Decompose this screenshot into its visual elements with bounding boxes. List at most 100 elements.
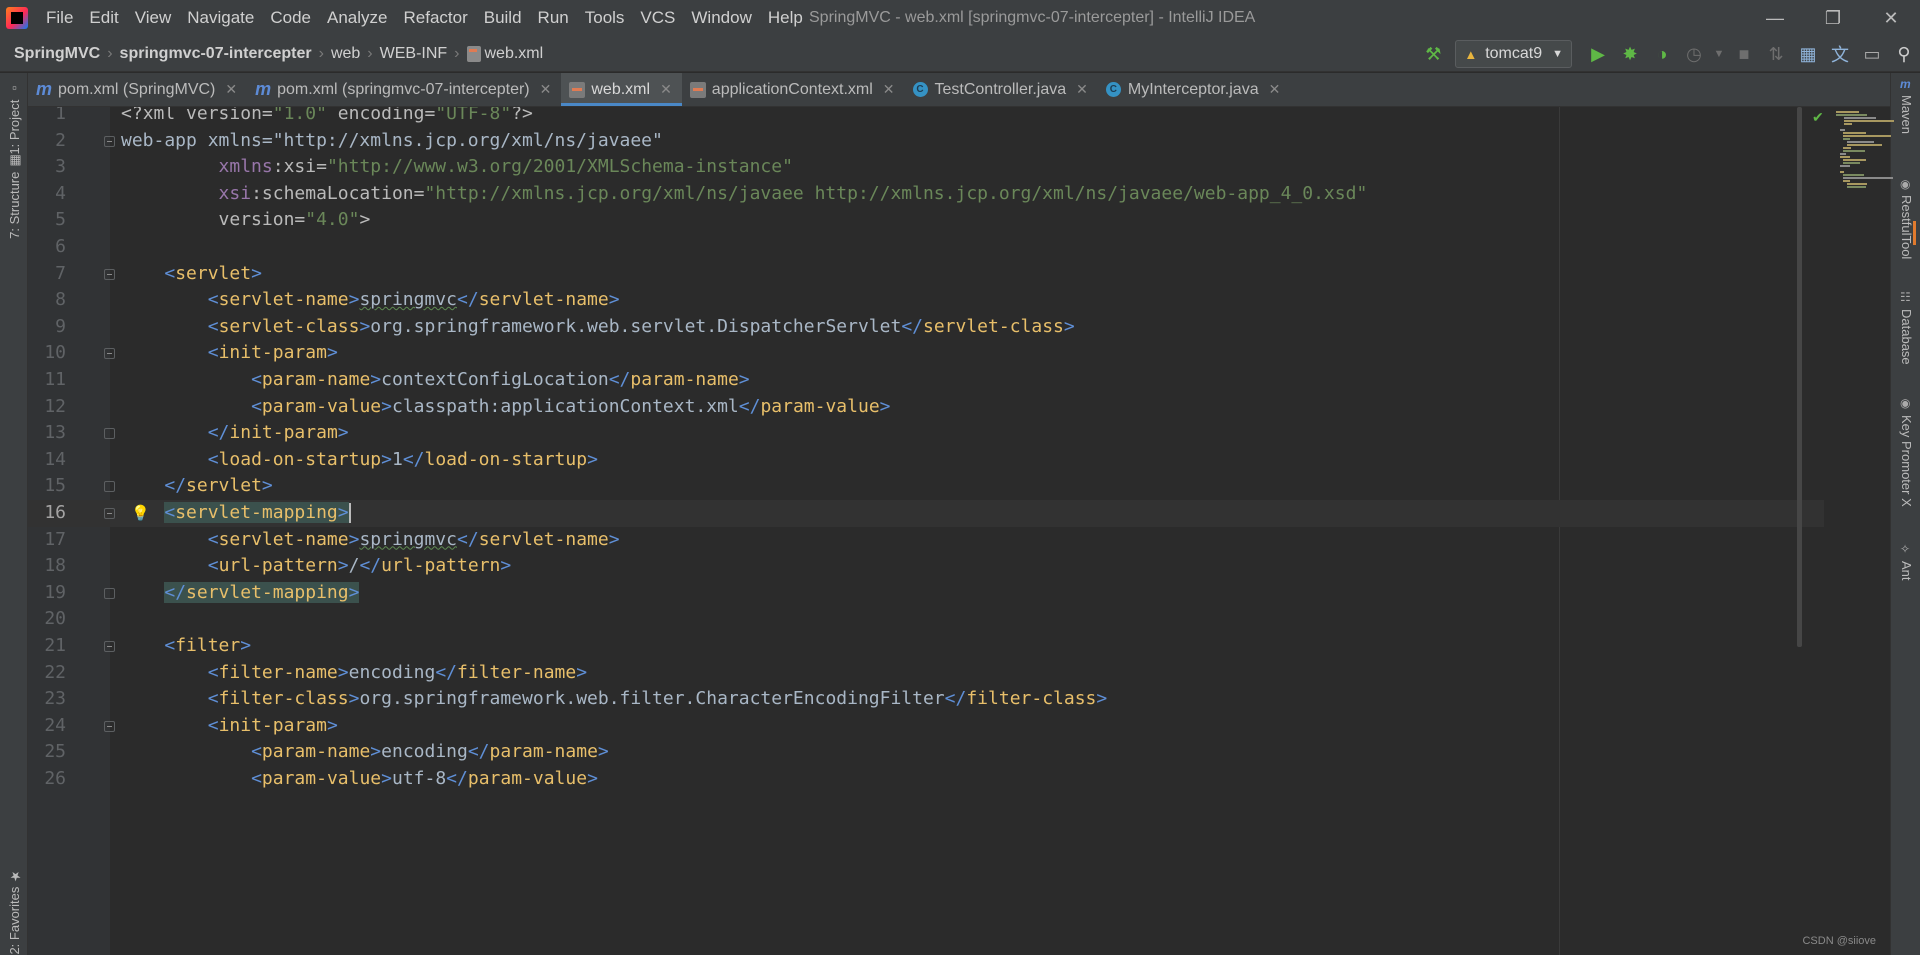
code-line[interactable]: 15 </servlet> — [28, 473, 1824, 500]
close-tab-icon[interactable]: ✕ — [883, 81, 895, 98]
breadcrumb-item-webinf[interactable]: WEB-INF — [380, 45, 448, 63]
code-line[interactable]: 25 <param-name>encoding</param-name> — [28, 739, 1824, 766]
tab-testcontroller-java[interactable]: C TestController.java ✕ — [905, 73, 1098, 106]
code-line[interactable]: 3 xmlns:xsi="http://www.w3.org/2001/XMLSc… — [28, 154, 1824, 181]
code-minimap[interactable] — [1834, 107, 1895, 257]
inspection-ok-icon[interactable]: ✔ — [1812, 109, 1824, 126]
breadcrumb-item-web[interactable]: web — [331, 45, 360, 63]
close-tab-icon[interactable]: ✕ — [540, 81, 552, 98]
minimize-icon[interactable]: — — [1746, 0, 1804, 36]
tool-restfultool[interactable]: RestfulTool — [1899, 195, 1914, 259]
coverage-icon[interactable]: ◑ — [1646, 38, 1678, 70]
menu-refactor[interactable]: Refactor — [395, 0, 475, 36]
minimap-line — [1843, 147, 1851, 149]
tool-key-promoter[interactable]: Key Promoter X — [1899, 415, 1914, 507]
tab-pom-xml-springmvc-07-intercepter[interactable]: m pom.xml (springmvc-07-intercepter) ✕ — [247, 73, 561, 106]
tool-database[interactable]: Database — [1899, 309, 1914, 365]
menu-analyze[interactable]: Analyze — [319, 0, 395, 36]
search-icon[interactable]: ⚲ — [1888, 38, 1920, 70]
fold-marker-icon[interactable] — [104, 641, 115, 652]
fold-marker-icon[interactable] — [104, 135, 115, 147]
tool-ant[interactable]: Ant — [1899, 561, 1914, 581]
code-line[interactable]: 19 </servlet-mapping> — [28, 580, 1824, 607]
menu-view[interactable]: View — [127, 0, 180, 36]
tab-label: TestController.java — [934, 80, 1067, 98]
close-tab-icon[interactable]: ✕ — [1076, 81, 1088, 98]
code-line[interactable]: 9 <servlet-class>org.springframework.web.… — [28, 314, 1824, 341]
code-line[interactable]: 13 </init-param> — [28, 420, 1824, 447]
tool-favorites[interactable]: 2: Favorites ★ — [7, 868, 22, 955]
code-line[interactable]: 6 — [28, 234, 1824, 261]
minimap-line — [1843, 174, 1865, 176]
run-configuration-select[interactable]: ▲ tomcat9 ▼ — [1455, 40, 1572, 68]
fold-marker-icon[interactable] — [104, 587, 115, 599]
code-line[interactable]: 18 <url-pattern>/</url-pattern> — [28, 553, 1824, 580]
menu-edit[interactable]: Edit — [81, 0, 126, 36]
restore-icon[interactable]: ❐ — [1804, 0, 1862, 36]
tool-maven[interactable]: Maven — [1899, 95, 1914, 134]
code-line[interactable]: 8 <servlet-name>springmvc</servlet-name> — [28, 287, 1824, 314]
tab-myinterceptor-java[interactable]: C MyInterceptor.java ✕ — [1098, 73, 1290, 106]
code-line[interactable]: 10 <init-param> — [28, 340, 1824, 367]
stop-icon[interactable]: ■ — [1728, 38, 1760, 70]
tool-structure[interactable]: 7: Structure ▦ — [7, 153, 22, 239]
code-editor[interactable]: 1 <?xml version="1.0" encoding="UTF-8"?> 2… — [28, 107, 1824, 955]
code-text: <servlet-class>org.springframework.web.s… — [207, 315, 1075, 337]
debug-icon[interactable]: ✸ — [1614, 38, 1646, 70]
code-line[interactable]: 11 <param-name>contextConfigLocation</par… — [28, 367, 1824, 394]
code-line[interactable]: 21 <filter> — [28, 633, 1824, 660]
code-line[interactable]: 20 — [28, 606, 1824, 633]
menu-help[interactable]: Help — [760, 0, 811, 36]
build-hammer-icon[interactable]: ⚒ — [1417, 38, 1449, 70]
code-line[interactable]: 16 💡 <servlet-mapping> — [28, 500, 1824, 527]
code-text: <servlet-name>springmvc</servlet-name> — [207, 528, 620, 550]
close-tab-icon[interactable]: ✕ — [660, 81, 672, 98]
code-line[interactable]: 22 <filter-name>encoding</filter-name> — [28, 660, 1824, 687]
chevron-down-icon[interactable]: ▼ — [1710, 38, 1728, 70]
menu-vcs[interactable]: VCS — [632, 0, 683, 36]
code-line[interactable]: 2 web-app xmlns="http://xmlns.jcp.org/xml… — [28, 128, 1824, 155]
vcs-icon[interactable]: ⇅ — [1760, 38, 1792, 70]
presentation-icon[interactable]: ▭ — [1856, 38, 1888, 70]
fold-marker-icon[interactable] — [104, 508, 115, 519]
code-line[interactable]: 7 <servlet> — [28, 261, 1824, 288]
close-tab-icon[interactable]: ✕ — [1269, 81, 1281, 98]
tab-pom-xml-springmvc[interactable]: m pom.xml (SpringMVC) ✕ — [28, 73, 247, 106]
menu-run[interactable]: Run — [530, 0, 577, 36]
editor-scrollbar[interactable] — [1797, 107, 1802, 647]
menu-code[interactable]: Code — [262, 0, 319, 36]
code-line[interactable]: 12 <param-value>classpath:applicationCont… — [28, 394, 1824, 421]
fold-marker-icon[interactable] — [104, 720, 115, 732]
breadcrumb-item-project[interactable]: SpringMVC — [14, 45, 100, 63]
fold-marker-icon[interactable] — [104, 428, 115, 440]
code-line[interactable]: 5 version="4.0"> — [28, 207, 1824, 234]
fold-marker-icon[interactable] — [104, 348, 115, 360]
close-tab-icon[interactable]: ✕ — [225, 81, 237, 98]
menu-build[interactable]: Build — [476, 0, 530, 36]
breadcrumb-item-module[interactable]: springmvc-07-intercepter — [120, 45, 312, 63]
code-line[interactable]: 17 <servlet-name>springmvc</servlet-name> — [28, 527, 1824, 554]
code-line[interactable]: 1 <?xml version="1.0" encoding="UTF-8"?> — [28, 107, 1824, 128]
left-tool-strip: 1: Project ▫ 7: Structure ▦ 2: Favorites… — [0, 73, 28, 955]
menu-tools[interactable]: Tools — [577, 0, 633, 36]
code-line[interactable]: 24 <init-param> — [28, 713, 1824, 740]
tab-label: MyInterceptor.java — [1127, 80, 1259, 98]
breadcrumb-item-file[interactable]: web.xml — [466, 45, 543, 63]
menu-window[interactable]: Window — [683, 0, 759, 36]
code-line[interactable]: 26 <param-value>utf-8</param-value> — [28, 766, 1824, 793]
translate-icon[interactable]: 文 — [1824, 38, 1856, 70]
menu-navigate[interactable]: Navigate — [179, 0, 262, 36]
tab-web-xml[interactable]: web.xml ✕ — [561, 73, 683, 106]
code-line[interactable]: 14 <load-on-startup>1</load-on-startup> — [28, 447, 1824, 474]
run-icon[interactable]: ▶ — [1582, 38, 1614, 70]
fold-marker-icon[interactable] — [104, 268, 115, 280]
project-structure-icon[interactable]: ▦ — [1792, 38, 1824, 70]
profile-icon[interactable]: ◷ — [1678, 38, 1710, 70]
close-icon[interactable]: ✕ — [1862, 0, 1920, 36]
code-line[interactable]: 4 xsi:schemaLocation="http://xmlns.jcp.or… — [28, 181, 1824, 208]
code-line[interactable]: 23 <filter-class>org.springframework.web.… — [28, 686, 1824, 713]
tab-applicationcontext-xml[interactable]: applicationContext.xml ✕ — [682, 73, 905, 106]
tool-project[interactable]: 1: Project ▫ — [7, 81, 22, 155]
menu-file[interactable]: File — [38, 0, 81, 36]
fold-marker-icon[interactable] — [104, 481, 115, 493]
